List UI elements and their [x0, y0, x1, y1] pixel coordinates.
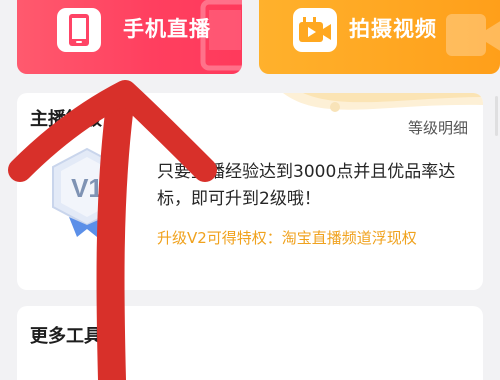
phone-icon [69, 14, 89, 46]
live-stream-label: 手机直播 [123, 17, 211, 41]
more-tools-card: 更多工具 [17, 306, 483, 380]
level-description: 只要主播经验达到3000点并且优品率达标，即可升到2级哦！ [157, 162, 456, 209]
level-badge-text: V1 [71, 173, 103, 203]
anchor-level-card: 主播等级 等级明细 V1 只要主播经验达到3000点并且优品率达标，即可升到2级… [17, 93, 483, 290]
scroll-indicator [495, 96, 498, 136]
phone-icon-box [57, 8, 101, 52]
level-card-title: 主播等级 [30, 109, 102, 130]
level-detail-link[interactable]: 等级明细 [408, 117, 468, 138]
video-camera-icon-box [293, 8, 337, 52]
more-tools-title: 更多工具 [30, 326, 102, 347]
anchor-center-page: 手机直播 拍摄视频 主播等级 等级明细 V1 只要主播经验达到3000点并且优品… [0, 0, 500, 380]
upgrade-privilege-text: 升级V2可得特权：淘宝直播频道浮现权 [157, 229, 417, 247]
video-camera-icon [299, 17, 331, 42]
shoot-video-button[interactable]: 拍摄视频 [259, 0, 500, 74]
live-stream-button[interactable]: 手机直播 [17, 0, 242, 74]
shoot-video-label: 拍摄视频 [349, 17, 437, 41]
video-decoration-icon [446, 14, 500, 56]
level-badge-icon: V1 [52, 147, 122, 237]
